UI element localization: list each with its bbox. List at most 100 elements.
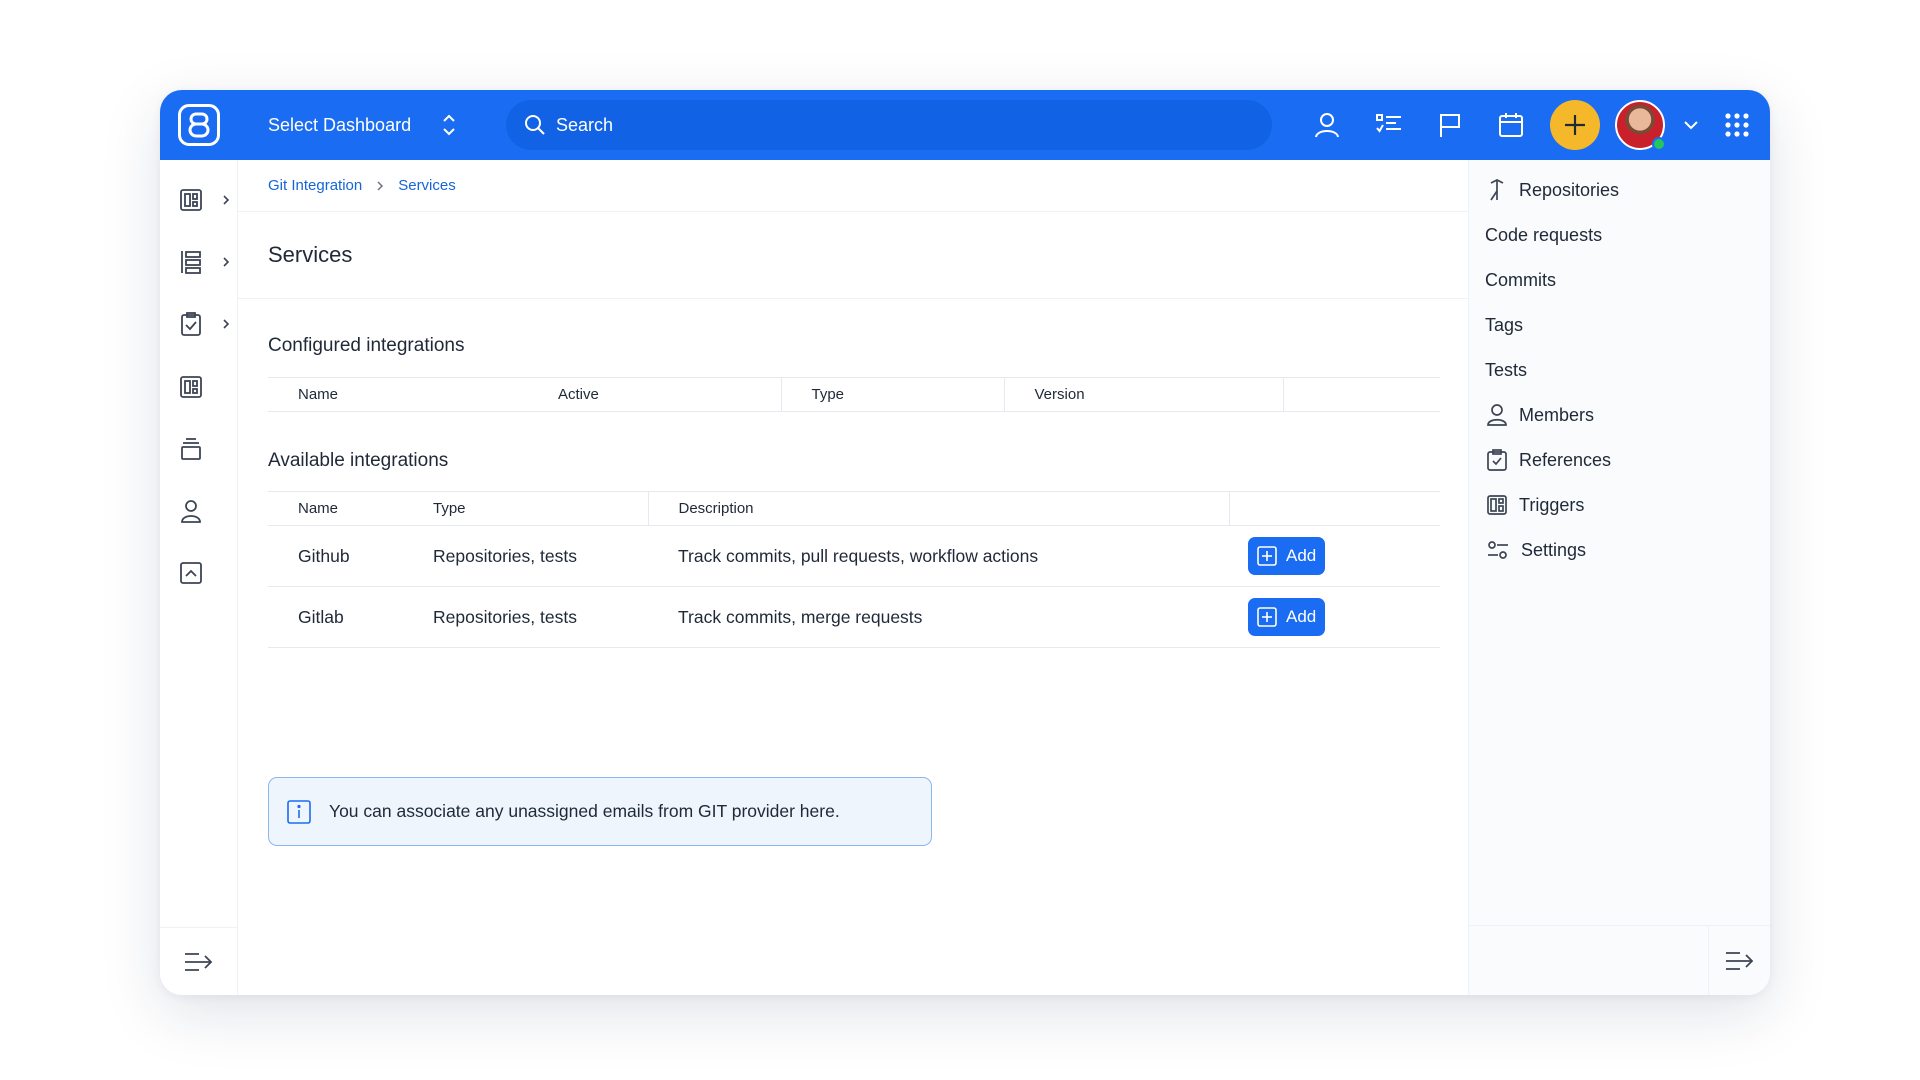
column-header-type: Type	[403, 491, 648, 526]
apps-grid-icon[interactable]	[1720, 108, 1754, 142]
board-icon	[1487, 495, 1507, 515]
nav-item-label: Tags	[1485, 314, 1524, 335]
rail-item-tasks[interactable]	[180, 304, 230, 344]
info-text: You can associate any unassigned emails …	[329, 801, 840, 821]
add-button-label: Add	[1286, 546, 1317, 565]
sliders-icon	[1488, 541, 1508, 559]
create-button[interactable]	[1550, 100, 1600, 150]
rail-item-people[interactable]	[180, 491, 230, 531]
board-icon	[180, 376, 202, 398]
nav-item-label: Repositories	[1519, 179, 1620, 200]
nav-item-label: References	[1519, 449, 1612, 470]
list-icon	[181, 251, 201, 274]
avatar[interactable]	[1615, 100, 1666, 151]
clipboard-check-icon	[181, 312, 201, 336]
info-banner: You can associate any unassigned emails …	[268, 777, 932, 846]
user-icon[interactable]	[1310, 108, 1344, 142]
stack-icon	[181, 438, 201, 460]
column-header-description: Description	[647, 491, 1229, 526]
integration-description: Track commits, pull requests, workflow a…	[648, 525, 1229, 587]
add-button-label: Add	[1286, 607, 1317, 626]
integration-name: Github	[268, 525, 403, 587]
nav-item-members[interactable]: Members	[1487, 397, 1594, 433]
nav-item-label: Settings	[1521, 539, 1587, 560]
rail-item-stack[interactable]	[180, 429, 230, 469]
chevron-right-icon	[223, 319, 230, 329]
search-input[interactable]	[556, 114, 1236, 136]
chevron-right-icon	[223, 195, 230, 205]
nav-item-references[interactable]: References	[1487, 442, 1611, 478]
integration-description: Track commits, merge requests	[648, 586, 1229, 648]
chevron-right-icon	[377, 180, 384, 191]
integration-type: Repositories, tests	[403, 525, 648, 587]
configured-integrations-table: Name Active Type Version	[268, 377, 1440, 412]
nav-item-commits[interactable]: Commits	[1485, 262, 1556, 298]
main-content: Git Integration Services Services Config…	[238, 160, 1468, 995]
app-window: Select Dashboard Search Git Integration …	[160, 90, 1770, 995]
breadcrumb: Git Integration Services	[238, 160, 1468, 212]
column-header-active: Active	[528, 377, 781, 412]
rail-item-collapse-up[interactable]	[180, 553, 230, 593]
top-bar: Select Dashboard	[160, 90, 1770, 160]
collapse-up-icon	[180, 562, 202, 584]
rail-footer	[160, 927, 237, 995]
expand-sidebar-icon[interactable]	[184, 951, 214, 973]
checklist-icon[interactable]	[1372, 108, 1406, 142]
nav-item-triggers[interactable]: Triggers	[1487, 487, 1584, 523]
person-icon	[1487, 404, 1507, 426]
column-header-type: Type	[780, 377, 1004, 412]
column-header-name: Name	[268, 377, 528, 412]
add-github-button[interactable]: Add	[1248, 537, 1326, 575]
column-header-version: Version	[1003, 377, 1283, 412]
nav-item-label: Tests	[1485, 359, 1528, 380]
column-header-name: Name	[268, 491, 403, 526]
chevron-updown-icon	[443, 114, 455, 136]
person-icon	[181, 500, 201, 523]
collapse-panel-icon	[1725, 952, 1753, 970]
flag-icon[interactable]	[1433, 108, 1467, 142]
repository-icon	[1490, 179, 1504, 201]
table-row: Gitlab Repositories, tests Track commits…	[268, 586, 1440, 648]
table-row: Github Repositories, tests Track commits…	[268, 525, 1440, 587]
available-integrations-table: Name Type Description Github Repositorie…	[268, 491, 1440, 648]
info-icon	[287, 799, 311, 824]
nav-item-code-requests[interactable]: Code requests	[1485, 217, 1602, 253]
left-rail	[160, 160, 238, 995]
dashboard-selector-label: Select Dashboard	[268, 114, 412, 135]
right-panel-footer	[1469, 925, 1770, 995]
rail-item-dashboards[interactable]	[180, 180, 230, 220]
right-panel: Repositories Code requests Commits Tags …	[1468, 160, 1770, 995]
dashboard-selector[interactable]: Select Dashboard	[268, 90, 457, 160]
plus-icon	[1565, 115, 1585, 135]
chevron-right-icon	[223, 257, 230, 267]
search-bar[interactable]	[506, 100, 1272, 150]
breadcrumb-link-git-integration[interactable]: Git Integration	[268, 177, 362, 194]
integration-type: Repositories, tests	[403, 586, 648, 648]
nav-item-label: Members	[1519, 404, 1595, 425]
online-status-indicator	[1652, 137, 1666, 151]
calendar-icon[interactable]	[1494, 108, 1528, 142]
breadcrumb-current[interactable]: Services	[398, 177, 456, 194]
rail-item-lists[interactable]	[180, 242, 230, 282]
nav-item-label: Commits	[1485, 269, 1556, 290]
clipboard-icon	[1487, 449, 1507, 471]
app-logo-icon[interactable]	[178, 104, 220, 146]
configured-integrations-title: Configured integrations	[268, 335, 465, 356]
dashboard-icon	[180, 189, 202, 211]
column-header-actions	[1228, 491, 1440, 526]
add-gitlab-button[interactable]: Add	[1248, 598, 1326, 636]
integration-name: Gitlab	[268, 586, 403, 648]
rail-item-boards[interactable]	[180, 367, 230, 407]
nav-item-settings[interactable]: Settings	[1487, 532, 1586, 568]
plus-square-icon	[1257, 546, 1277, 566]
nav-item-repositories[interactable]: Repositories	[1487, 172, 1619, 208]
column-header-actions	[1282, 377, 1440, 412]
page-title: Services	[238, 212, 1468, 299]
collapse-panel-button[interactable]	[1708, 926, 1770, 995]
plus-square-icon	[1257, 607, 1277, 627]
chevron-down-icon[interactable]	[1674, 108, 1708, 142]
available-integrations-title: Available integrations	[268, 450, 449, 471]
nav-item-tags[interactable]: Tags	[1485, 307, 1523, 343]
search-icon	[525, 115, 545, 135]
nav-item-tests[interactable]: Tests	[1485, 352, 1527, 388]
